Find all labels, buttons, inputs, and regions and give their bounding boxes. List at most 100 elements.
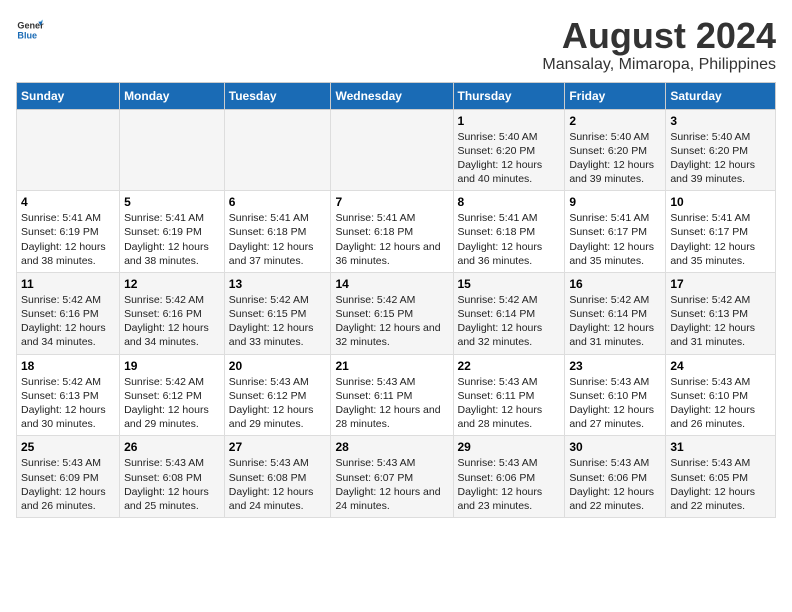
cell-content: Sunrise: 5:42 AM Sunset: 6:13 PM Dayligh… bbox=[21, 375, 115, 432]
calendar-cell: 23 Sunrise: 5:43 AM Sunset: 6:10 PM Dayli… bbox=[565, 354, 666, 436]
calendar-week-row: 11 Sunrise: 5:42 AM Sunset: 6:16 PM Dayli… bbox=[17, 272, 776, 354]
day-number: 24 bbox=[670, 359, 771, 373]
calendar-cell bbox=[17, 109, 120, 191]
cell-content: Sunrise: 5:41 AM Sunset: 6:18 PM Dayligh… bbox=[229, 211, 327, 268]
day-number: 20 bbox=[229, 359, 327, 373]
day-number: 19 bbox=[124, 359, 220, 373]
cell-content: Sunrise: 5:40 AM Sunset: 6:20 PM Dayligh… bbox=[670, 130, 771, 187]
calendar-cell: 9 Sunrise: 5:41 AM Sunset: 6:17 PM Daylig… bbox=[565, 191, 666, 273]
calendar-cell bbox=[120, 109, 225, 191]
calendar-week-row: 25 Sunrise: 5:43 AM Sunset: 6:09 PM Dayli… bbox=[17, 436, 776, 518]
calendar-cell: 13 Sunrise: 5:42 AM Sunset: 6:15 PM Dayli… bbox=[224, 272, 331, 354]
calendar-cell: 3Sunrise: 5:40 AM Sunset: 6:20 PM Daylig… bbox=[666, 109, 776, 191]
calendar-cell: 16 Sunrise: 5:42 AM Sunset: 6:14 PM Dayli… bbox=[565, 272, 666, 354]
day-number: 9 bbox=[569, 195, 661, 209]
calendar-week-row: 1 Sunrise: 5:40 AM Sunset: 6:20 PM Daylig… bbox=[17, 109, 776, 191]
calendar-cell: 6 Sunrise: 5:41 AM Sunset: 6:18 PM Daylig… bbox=[224, 191, 331, 273]
day-number: 8 bbox=[458, 195, 561, 209]
header-day-sunday: Sunday bbox=[17, 82, 120, 109]
cell-content: Sunrise: 5:41 AM Sunset: 6:17 PM Dayligh… bbox=[670, 211, 771, 268]
logo-icon: General Blue bbox=[16, 16, 44, 44]
header-day-monday: Monday bbox=[120, 82, 225, 109]
day-number: 5 bbox=[124, 195, 220, 209]
cell-content: Sunrise: 5:41 AM Sunset: 6:17 PM Dayligh… bbox=[569, 211, 661, 268]
day-number: 7 bbox=[335, 195, 448, 209]
day-number: 26 bbox=[124, 440, 220, 454]
calendar-week-row: 18 Sunrise: 5:42 AM Sunset: 6:13 PM Dayli… bbox=[17, 354, 776, 436]
day-number: 4 bbox=[21, 195, 115, 209]
header: General Blue August 2024 Mansalay, Mimar… bbox=[16, 16, 776, 74]
calendar-cell: 15 Sunrise: 5:42 AM Sunset: 6:14 PM Dayli… bbox=[453, 272, 565, 354]
cell-content: Sunrise: 5:42 AM Sunset: 6:16 PM Dayligh… bbox=[21, 293, 115, 350]
day-number: 15 bbox=[458, 277, 561, 291]
title-area: August 2024 Mansalay, Mimaropa, Philippi… bbox=[542, 16, 776, 74]
calendar-cell: 27 Sunrise: 5:43 AM Sunset: 6:08 PM Dayli… bbox=[224, 436, 331, 518]
calendar-cell: 2Sunrise: 5:40 AM Sunset: 6:20 PM Daylig… bbox=[565, 109, 666, 191]
calendar-cell: 30Sunrise: 5:43 AM Sunset: 6:06 PM Dayli… bbox=[565, 436, 666, 518]
calendar-cell: 11 Sunrise: 5:42 AM Sunset: 6:16 PM Dayli… bbox=[17, 272, 120, 354]
cell-content: Sunrise: 5:43 AM Sunset: 6:12 PM Dayligh… bbox=[229, 375, 327, 432]
cell-content: Sunrise: 5:42 AM Sunset: 6:15 PM Dayligh… bbox=[335, 293, 448, 350]
cell-content: Sunrise: 5:43 AM Sunset: 6:11 PM Dayligh… bbox=[335, 375, 448, 432]
day-number: 25 bbox=[21, 440, 115, 454]
cell-content: Sunrise: 5:43 AM Sunset: 6:09 PM Dayligh… bbox=[21, 456, 115, 513]
svg-text:Blue: Blue bbox=[17, 30, 37, 40]
day-number: 28 bbox=[335, 440, 448, 454]
cell-content: Sunrise: 5:42 AM Sunset: 6:15 PM Dayligh… bbox=[229, 293, 327, 350]
cell-content: Sunrise: 5:42 AM Sunset: 6:14 PM Dayligh… bbox=[458, 293, 561, 350]
cell-content: Sunrise: 5:43 AM Sunset: 6:11 PM Dayligh… bbox=[458, 375, 561, 432]
calendar-cell: 14 Sunrise: 5:42 AM Sunset: 6:15 PM Dayli… bbox=[331, 272, 453, 354]
header-day-tuesday: Tuesday bbox=[224, 82, 331, 109]
cell-content: Sunrise: 5:41 AM Sunset: 6:19 PM Dayligh… bbox=[124, 211, 220, 268]
page-title: August 2024 bbox=[542, 16, 776, 56]
calendar-cell: 29 Sunrise: 5:43 AM Sunset: 6:06 PM Dayli… bbox=[453, 436, 565, 518]
day-number: 12 bbox=[124, 277, 220, 291]
day-number: 16 bbox=[569, 277, 661, 291]
cell-content: Sunrise: 5:42 AM Sunset: 6:14 PM Dayligh… bbox=[569, 293, 661, 350]
day-number: 14 bbox=[335, 277, 448, 291]
cell-content: Sunrise: 5:43 AM Sunset: 6:06 PM Dayligh… bbox=[458, 456, 561, 513]
logo: General Blue bbox=[16, 16, 44, 44]
cell-content: Sunrise: 5:43 AM Sunset: 6:08 PM Dayligh… bbox=[124, 456, 220, 513]
calendar-cell: 1 Sunrise: 5:40 AM Sunset: 6:20 PM Daylig… bbox=[453, 109, 565, 191]
calendar-cell: 12Sunrise: 5:42 AM Sunset: 6:16 PM Dayli… bbox=[120, 272, 225, 354]
cell-content: Sunrise: 5:43 AM Sunset: 6:08 PM Dayligh… bbox=[229, 456, 327, 513]
calendar-cell bbox=[224, 109, 331, 191]
calendar-table: SundayMondayTuesdayWednesdayThursdayFrid… bbox=[16, 82, 776, 518]
calendar-cell: 4 Sunrise: 5:41 AM Sunset: 6:19 PM Daylig… bbox=[17, 191, 120, 273]
day-number: 13 bbox=[229, 277, 327, 291]
calendar-cell: 28Sunrise: 5:43 AM Sunset: 6:07 PM Dayli… bbox=[331, 436, 453, 518]
cell-content: Sunrise: 5:43 AM Sunset: 6:10 PM Dayligh… bbox=[670, 375, 771, 432]
cell-content: Sunrise: 5:40 AM Sunset: 6:20 PM Dayligh… bbox=[458, 130, 561, 187]
calendar-cell: 18 Sunrise: 5:42 AM Sunset: 6:13 PM Dayli… bbox=[17, 354, 120, 436]
day-number: 22 bbox=[458, 359, 561, 373]
day-number: 10 bbox=[670, 195, 771, 209]
day-number: 11 bbox=[21, 277, 115, 291]
cell-content: Sunrise: 5:41 AM Sunset: 6:19 PM Dayligh… bbox=[21, 211, 115, 268]
calendar-header-row: SundayMondayTuesdayWednesdayThursdayFrid… bbox=[17, 82, 776, 109]
calendar-cell: 10 Sunrise: 5:41 AM Sunset: 6:17 PM Dayli… bbox=[666, 191, 776, 273]
cell-content: Sunrise: 5:41 AM Sunset: 6:18 PM Dayligh… bbox=[458, 211, 561, 268]
day-number: 1 bbox=[458, 114, 561, 128]
page-subtitle: Mansalay, Mimaropa, Philippines bbox=[542, 56, 776, 74]
cell-content: Sunrise: 5:42 AM Sunset: 6:12 PM Dayligh… bbox=[124, 375, 220, 432]
day-number: 29 bbox=[458, 440, 561, 454]
day-number: 18 bbox=[21, 359, 115, 373]
day-number: 2 bbox=[569, 114, 661, 128]
calendar-cell: 26 Sunrise: 5:43 AM Sunset: 6:08 PM Dayli… bbox=[120, 436, 225, 518]
cell-content: Sunrise: 5:43 AM Sunset: 6:10 PM Dayligh… bbox=[569, 375, 661, 432]
calendar-cell: 22 Sunrise: 5:43 AM Sunset: 6:11 PM Dayli… bbox=[453, 354, 565, 436]
header-day-saturday: Saturday bbox=[666, 82, 776, 109]
day-number: 17 bbox=[670, 277, 771, 291]
day-number: 6 bbox=[229, 195, 327, 209]
calendar-cell bbox=[331, 109, 453, 191]
day-number: 27 bbox=[229, 440, 327, 454]
day-number: 23 bbox=[569, 359, 661, 373]
day-number: 21 bbox=[335, 359, 448, 373]
cell-content: Sunrise: 5:41 AM Sunset: 6:18 PM Dayligh… bbox=[335, 211, 448, 268]
calendar-cell: 25 Sunrise: 5:43 AM Sunset: 6:09 PM Dayli… bbox=[17, 436, 120, 518]
calendar-cell: 21 Sunrise: 5:43 AM Sunset: 6:11 PM Dayli… bbox=[331, 354, 453, 436]
header-day-thursday: Thursday bbox=[453, 82, 565, 109]
calendar-cell: 24 Sunrise: 5:43 AM Sunset: 6:10 PM Dayli… bbox=[666, 354, 776, 436]
header-day-wednesday: Wednesday bbox=[331, 82, 453, 109]
